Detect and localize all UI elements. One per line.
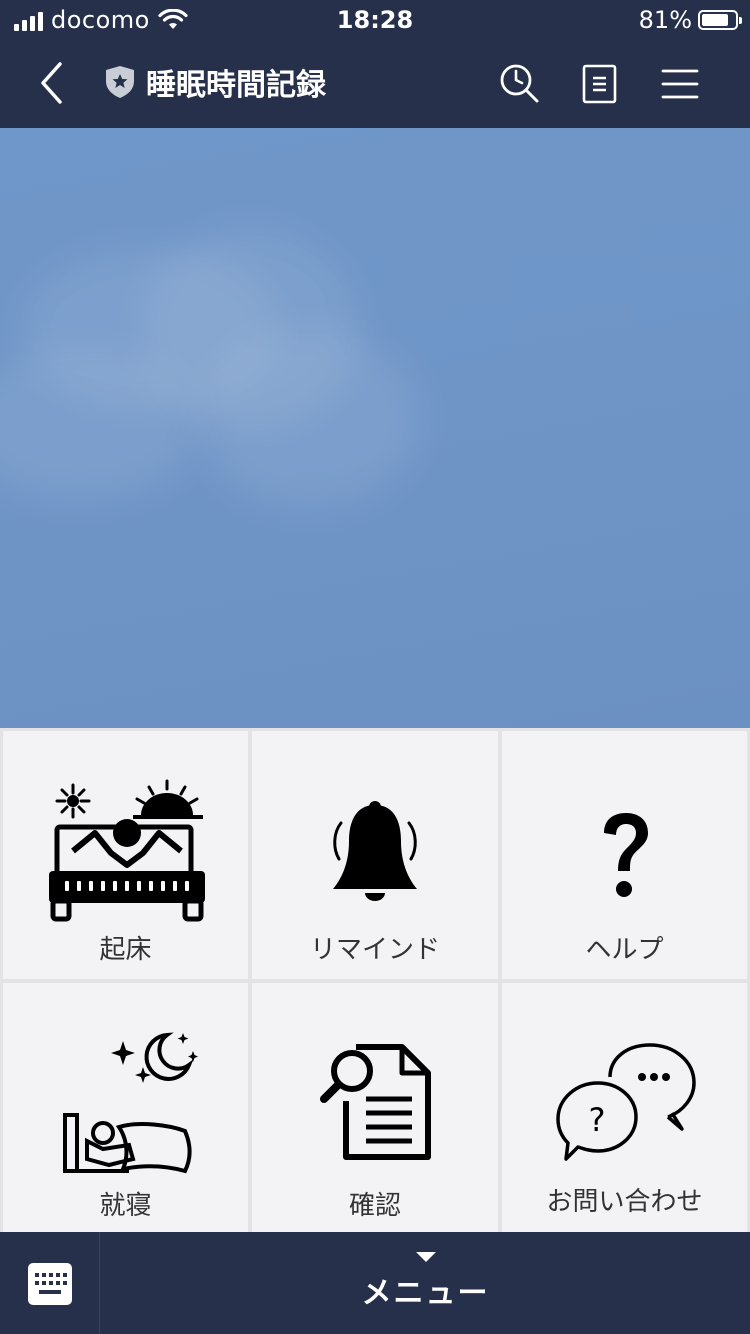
- status-time: 18:28: [336, 6, 414, 34]
- rich-menu: 起床 リマインド ヘルプ 就寝 確認 ? お問い合わせ: [0, 728, 750, 1232]
- status-right: 81%: [638, 6, 742, 34]
- search-button[interactable]: [494, 58, 546, 110]
- chevron-down-icon: [415, 1252, 436, 1262]
- rich-menu-toggle-button[interactable]: メニュー: [101, 1232, 750, 1334]
- svg-text:?: ?: [589, 1101, 606, 1139]
- menu-item-label: ヘルプ: [585, 935, 664, 965]
- back-button[interactable]: [30, 58, 80, 108]
- menu-button[interactable]: [654, 58, 706, 110]
- keyboard-icon: [28, 1263, 72, 1305]
- nav-bar: 睡眠時間記録: [0, 40, 750, 128]
- page-title: 睡眠時間記録: [146, 68, 326, 103]
- battery-percent: 81%: [638, 6, 692, 34]
- battery-icon: [698, 10, 742, 30]
- top-bar: docomo 18:28 81% 睡眠時間記録: [0, 0, 750, 128]
- question-mark-icon: [604, 813, 648, 897]
- menu-item-wake-up[interactable]: 起床: [3, 731, 248, 979]
- bell-icon: [333, 801, 417, 901]
- bottom-bar: メニュー: [0, 1232, 750, 1334]
- notes-button[interactable]: [574, 58, 626, 110]
- menu-item-remind[interactable]: リマインド: [252, 731, 498, 979]
- menu-item-sleep[interactable]: 就寝: [3, 983, 248, 1232]
- status-bar: docomo 18:28 81%: [0, 0, 750, 40]
- wake-up-bed-sunrise-icon: [49, 779, 205, 922]
- menu-toggle-label: メニュー: [361, 1276, 490, 1311]
- keyboard-toggle-button[interactable]: [0, 1232, 100, 1334]
- menu-item-help[interactable]: ヘルプ: [502, 731, 747, 979]
- cloud-shape: [200, 328, 420, 508]
- menu-item-label: お問い合わせ: [546, 1187, 703, 1217]
- menu-item-contact[interactable]: ? お問い合わせ: [502, 983, 747, 1232]
- back-icon: [41, 62, 62, 104]
- menu-item-check[interactable]: 確認: [252, 983, 498, 1232]
- document-search-icon: [320, 1044, 431, 1160]
- notes-icon: [582, 64, 617, 104]
- menu-item-label: リマインド: [309, 935, 440, 965]
- chat-background: [0, 128, 750, 728]
- menu-item-label: 確認: [348, 1191, 401, 1221]
- search-clock-icon: [500, 64, 539, 103]
- chat-bubbles-icon: ?: [556, 1043, 696, 1161]
- menu-icon: [661, 69, 699, 99]
- title-group: 睡眠時間記録: [104, 60, 326, 104]
- menu-item-label: 起床: [99, 935, 152, 965]
- shield-star-icon: [106, 66, 134, 98]
- menu-item-label: 就寝: [99, 1191, 152, 1221]
- sleep-moon-icon: [63, 1032, 198, 1174]
